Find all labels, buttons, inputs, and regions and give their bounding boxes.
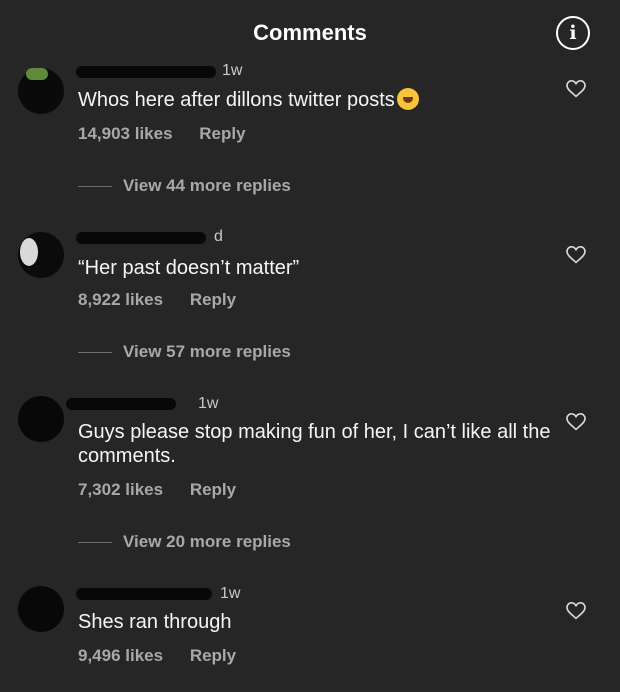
- redacted-username[interactable]: [76, 232, 206, 244]
- rolling-on-floor-laughing-emoji: [396, 88, 419, 110]
- view-replies-button[interactable]: View 44 more replies: [78, 176, 378, 196]
- likes-count[interactable]: 7,302 likes: [78, 480, 163, 500]
- comment-meta: 8,922 likes Reply: [78, 290, 236, 310]
- comments-screen: Comments i 1w Whos here after dillons tw…: [0, 0, 620, 692]
- comment-text: Guys please stop making fun of her, I ca…: [78, 421, 551, 467]
- page-title: Comments: [253, 20, 367, 45]
- comment-text: Shes ran through: [78, 611, 232, 633]
- comment-time: 1w: [198, 395, 219, 412]
- comment-time: 1w: [220, 585, 241, 602]
- heart-icon[interactable]: [566, 413, 586, 431]
- comment-time: 1w: [222, 62, 243, 79]
- view-replies-label: View 20 more replies: [123, 532, 291, 551]
- heart-icon[interactable]: [566, 80, 586, 98]
- reply-button[interactable]: Reply: [199, 124, 245, 144]
- header: Comments i: [0, 0, 620, 62]
- reply-button[interactable]: Reply: [190, 480, 236, 500]
- likes-count[interactable]: 14,903 likes: [78, 124, 173, 144]
- avatar[interactable]: [18, 68, 64, 114]
- redacted-username[interactable]: [66, 398, 176, 410]
- divider-line: [78, 542, 112, 543]
- comment-meta: 14,903 likes Reply: [78, 124, 246, 144]
- avatar[interactable]: [18, 232, 64, 278]
- comment-text: Whos here after dillons twitter posts: [78, 88, 558, 112]
- heart-icon[interactable]: [566, 246, 586, 264]
- comment-1: 1w Whos here after dillons twitter posts…: [0, 62, 620, 202]
- comment-time: d: [214, 228, 223, 245]
- comment-text: “Her past doesn’t matter”: [78, 257, 300, 279]
- comment-3: 1w Guys please stop making fun of her, I…: [0, 394, 620, 558]
- view-replies-button[interactable]: View 20 more replies: [78, 532, 378, 552]
- avatar[interactable]: [18, 586, 64, 632]
- divider-line: [78, 186, 112, 187]
- avatar[interactable]: [18, 396, 64, 442]
- reply-button[interactable]: Reply: [190, 290, 236, 310]
- likes-count[interactable]: 9,496 likes: [78, 646, 163, 666]
- view-replies-label: View 44 more replies: [123, 176, 291, 195]
- comment-4: 1w Shes ran through 9,496 likes Reply: [0, 584, 620, 684]
- reply-button[interactable]: Reply: [190, 646, 236, 666]
- comment-2: d “Her past doesn’t matter” 8,922 likes …: [0, 228, 620, 368]
- comment-meta: 9,496 likes Reply: [78, 646, 236, 666]
- heart-icon[interactable]: [566, 602, 586, 620]
- divider-line: [78, 352, 112, 353]
- redacted-username[interactable]: [76, 66, 216, 78]
- comment-meta: 7,302 likes Reply: [78, 480, 236, 500]
- view-replies-button[interactable]: View 57 more replies: [78, 342, 378, 362]
- redacted-username[interactable]: [76, 588, 212, 600]
- info-icon[interactable]: i: [556, 16, 590, 50]
- likes-count[interactable]: 8,922 likes: [78, 290, 163, 310]
- view-replies-label: View 57 more replies: [123, 342, 291, 361]
